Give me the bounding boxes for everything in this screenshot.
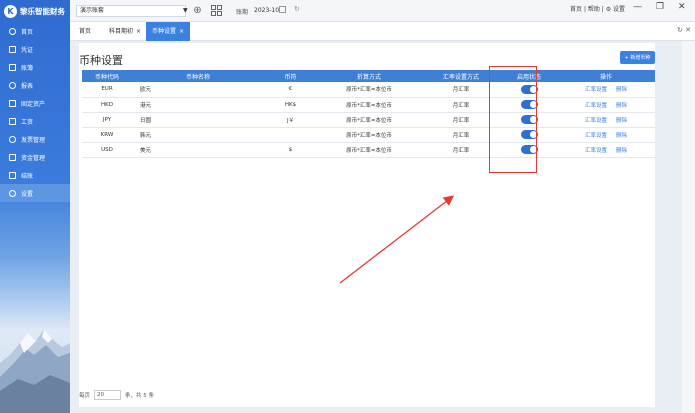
annotation-arrow	[339, 195, 455, 284]
vertical-scrollbar[interactable]	[682, 41, 695, 413]
